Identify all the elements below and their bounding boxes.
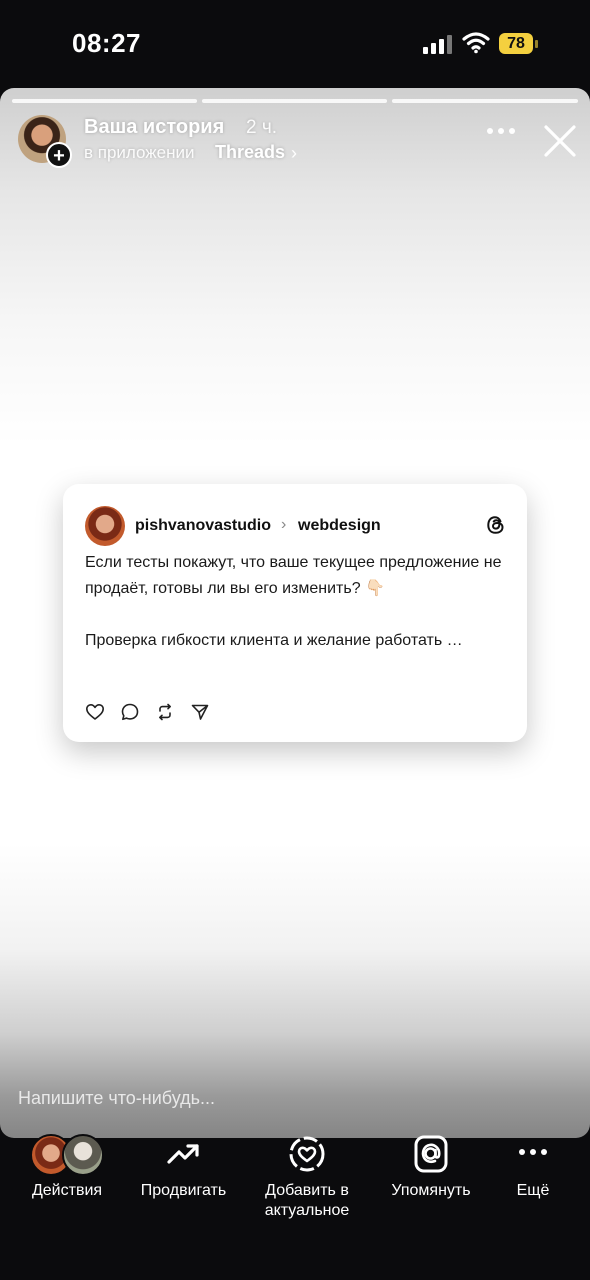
story-source-app-link[interactable]: Threads bbox=[215, 142, 285, 163]
activity-button[interactable]: Действия bbox=[18, 1134, 116, 1201]
add-to-highlights-button[interactable]: Добавить в актуальное bbox=[254, 1136, 360, 1221]
mention-label: Упомянуть bbox=[391, 1182, 471, 1199]
viewer-avatar bbox=[62, 1134, 104, 1176]
status-time: 08:27 bbox=[72, 28, 141, 58]
repost-icon bbox=[159, 703, 171, 721]
chevron-right-icon: › bbox=[281, 516, 287, 533]
story-title: Ваша история bbox=[84, 116, 225, 138]
threads-logo-icon bbox=[487, 516, 504, 534]
share-icon bbox=[191, 704, 209, 720]
story-viewer[interactable]: + Ваша история 2 ч. в приложении Threads… bbox=[0, 88, 590, 1138]
post-paragraph: Проверка гибкости клиента и желание рабо… bbox=[85, 632, 463, 649]
more-icon bbox=[519, 1149, 547, 1155]
more-label: Ещё bbox=[516, 1182, 550, 1199]
trending-up-icon bbox=[166, 1144, 199, 1164]
post-text: Если тесты покажут, что ваше текущее пре… bbox=[85, 550, 505, 654]
close-icon[interactable] bbox=[542, 123, 578, 159]
story-progress-segment bbox=[12, 99, 197, 103]
promote-button[interactable]: Продвигать bbox=[131, 1138, 236, 1201]
post-paragraph: Если тесты покажут, что ваше текущее пре… bbox=[85, 554, 502, 597]
add-story-icon[interactable]: + bbox=[46, 142, 72, 168]
story-progress-segment bbox=[392, 99, 578, 103]
story-source-prefix[interactable]: в приложении bbox=[84, 143, 195, 163]
story-time-ago: 2 ч. bbox=[246, 117, 278, 138]
status-bar: 08:27 78 bbox=[0, 0, 590, 88]
highlight-label-line1: Добавить в bbox=[265, 1182, 349, 1199]
more-options-icon[interactable] bbox=[486, 126, 516, 136]
mention-button[interactable]: Упомянуть bbox=[380, 1135, 482, 1201]
activity-label: Действия bbox=[31, 1182, 103, 1199]
highlight-heart-icon bbox=[289, 1136, 325, 1172]
chevron-right-icon[interactable]: › bbox=[291, 143, 297, 164]
more-button[interactable]: Ещё bbox=[498, 1138, 568, 1201]
wifi-icon bbox=[462, 32, 490, 54]
viewers-avatars bbox=[30, 1134, 106, 1176]
battery-level: 78 bbox=[499, 33, 533, 54]
promote-label: Продвигать bbox=[140, 1182, 227, 1199]
post-author-avatar bbox=[85, 506, 125, 546]
post-username: pishvanovastudio bbox=[135, 517, 272, 534]
highlight-label-line2: актуальное bbox=[264, 1202, 350, 1219]
post-topic: webdesign bbox=[298, 517, 381, 534]
story-bottom-bar: Действия Продвигать Добавить в актуально… bbox=[0, 1134, 590, 1280]
story-progress-segment bbox=[202, 99, 387, 103]
battery-cap bbox=[535, 40, 538, 48]
heart-icon bbox=[86, 704, 104, 720]
reply-input[interactable]: Напишите что-нибудь... bbox=[18, 1088, 215, 1109]
cellular-signal-icon bbox=[423, 35, 452, 54]
comment-icon bbox=[121, 703, 139, 721]
threads-post-card[interactable]: pishvanovastudio › webdesign Если тесты … bbox=[63, 484, 527, 742]
battery-icon: 78 bbox=[499, 33, 539, 55]
mention-at-icon bbox=[414, 1135, 448, 1173]
